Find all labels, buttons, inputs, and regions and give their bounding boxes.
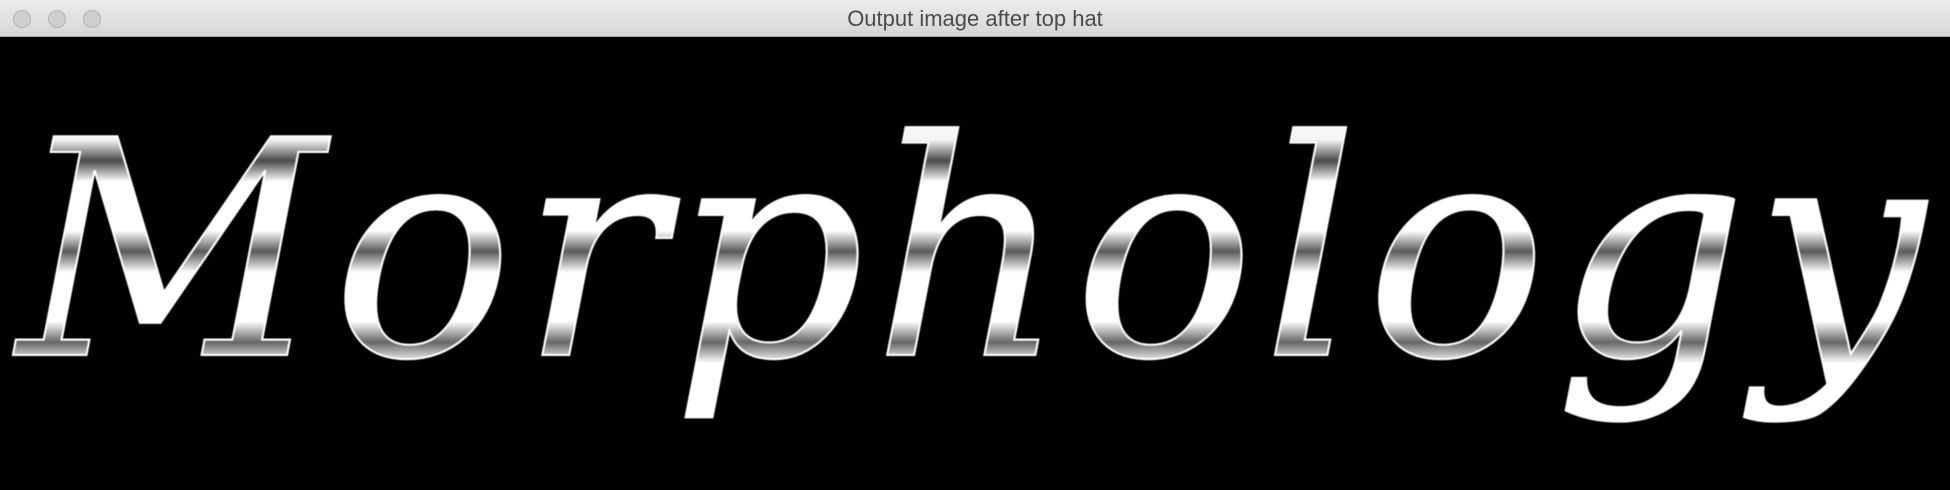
morphology-text: Morphology	[13, 77, 1933, 426]
image-canvas: Morphology	[0, 37, 1950, 490]
top-hat-output-image: Morphology	[0, 37, 1950, 490]
title-bar[interactable]: Output image after top hat	[0, 0, 1950, 37]
window-title: Output image after top hat	[847, 6, 1103, 31]
image-window: Output image after top hat Morphology	[0, 0, 1950, 490]
